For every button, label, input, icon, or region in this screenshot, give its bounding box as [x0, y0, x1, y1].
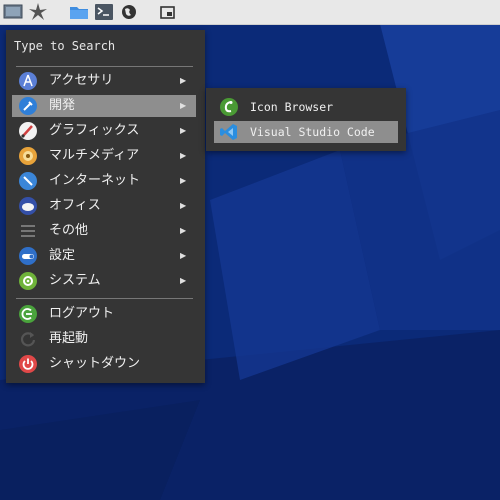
menu-item-label: システム	[49, 273, 101, 288]
web-browser-icon[interactable]	[119, 2, 139, 22]
icon-browser-icon	[219, 97, 239, 117]
submenu-arrow-icon: ▶	[180, 251, 187, 260]
development-icon	[18, 96, 38, 116]
menu-item-office[interactable]: オフィス ▶	[12, 195, 196, 217]
app-menu-icon[interactable]	[28, 2, 48, 22]
menu-item-multimedia[interactable]: マルチメディア ▶	[12, 145, 196, 167]
menu-item-development[interactable]: 開発 ▶	[12, 95, 196, 117]
submenu-arrow-icon: ▶	[180, 226, 187, 235]
desktop-icon[interactable]	[3, 2, 23, 22]
submenu-arrow-icon: ▶	[180, 201, 187, 210]
menu-item-label: インターネット	[49, 173, 141, 188]
vscode-icon	[219, 122, 239, 142]
internet-icon	[18, 171, 38, 191]
menu-item-label: シャットダウン	[49, 356, 141, 371]
menu-item-label: 設定	[49, 248, 76, 263]
menu-item-label: オフィス	[49, 198, 101, 213]
top-panel	[0, 0, 500, 25]
menu-item-system[interactable]: システム ▶	[12, 270, 196, 292]
menu-item-label: 開発	[49, 98, 76, 113]
menu-item-reboot[interactable]: 再起動	[12, 328, 196, 350]
submenu-arrow-icon: ▶	[180, 101, 187, 110]
settings-icon	[18, 246, 38, 266]
submenu-arrow-icon: ▶	[180, 151, 187, 160]
menu-item-accessories[interactable]: アクセサリ ▶	[12, 70, 196, 92]
system-icon	[18, 271, 38, 291]
other-icon	[18, 221, 38, 241]
menu-item-label: その他	[49, 223, 89, 238]
submenu-item-label: Icon Browser	[250, 100, 334, 114]
accessories-icon	[18, 71, 38, 91]
terminal-icon[interactable]	[94, 2, 114, 22]
submenu-arrow-icon: ▶	[180, 176, 187, 185]
menu-item-other[interactable]: その他 ▶	[12, 220, 196, 242]
search-input[interactable]	[14, 38, 194, 54]
file-manager-icon[interactable]	[69, 2, 89, 22]
menu-item-label: アクセサリ	[49, 73, 114, 88]
menu-item-label: ログアウト	[49, 306, 115, 321]
submenu-item-vscode[interactable]: Visual Studio Code	[214, 121, 398, 143]
menu-item-settings[interactable]: 設定 ▶	[12, 245, 196, 267]
menu-item-label: マルチメディア	[49, 148, 140, 163]
menu-item-shutdown[interactable]: シャットダウン	[12, 353, 196, 375]
office-icon	[18, 196, 38, 216]
submenu-arrow-icon: ▶	[180, 276, 187, 285]
menu-separator	[16, 66, 193, 67]
menu-item-label: グラフィックス	[49, 123, 140, 138]
multimedia-icon	[18, 146, 38, 166]
submenu-arrow-icon: ▶	[180, 76, 187, 85]
shutdown-icon	[18, 354, 38, 374]
submenu-arrow-icon: ▶	[180, 126, 187, 135]
menu-item-logout[interactable]: ログアウト	[12, 303, 196, 325]
window-switcher-icon[interactable]	[158, 2, 178, 22]
logout-icon	[18, 304, 38, 324]
menu-item-label: 再起動	[49, 331, 89, 346]
menu-item-internet[interactable]: インターネット ▶	[12, 170, 196, 192]
reboot-icon	[18, 329, 38, 349]
graphics-icon	[18, 121, 38, 141]
submenu-item-icon-browser[interactable]: Icon Browser	[214, 96, 398, 118]
submenu-item-label: Visual Studio Code	[250, 125, 375, 139]
menu-separator	[16, 298, 193, 299]
menu-item-graphics[interactable]: グラフィックス ▶	[12, 120, 196, 142]
